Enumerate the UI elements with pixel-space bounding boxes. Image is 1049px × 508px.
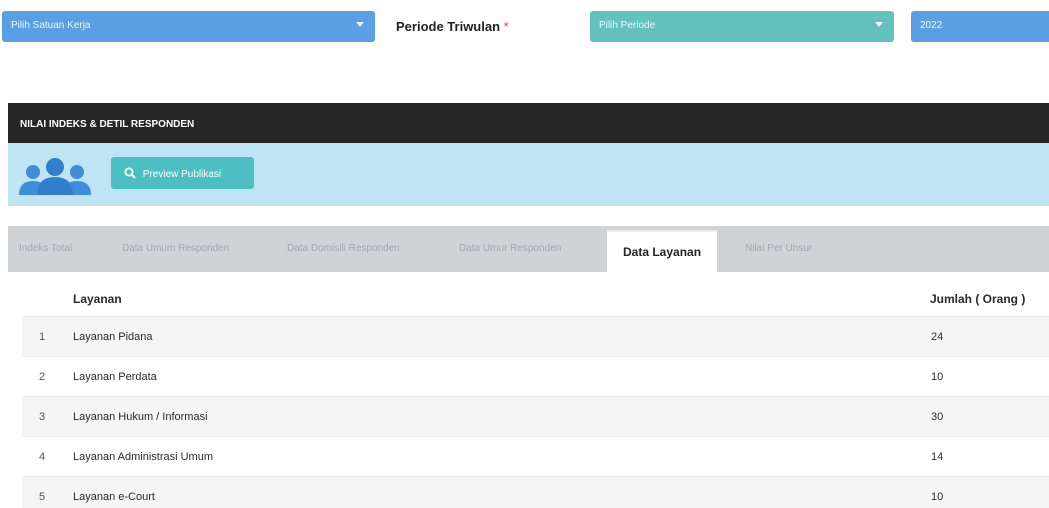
row-service-name: Layanan Pidana [73, 331, 153, 343]
period-select[interactable]: Pilih Periode [590, 11, 894, 42]
services-table: Layanan Jumlah ( Orang ) 1 Layanan Pidan… [22, 280, 1049, 508]
table-row: 2 Layanan Perdata 10 [22, 356, 1049, 396]
row-number: 1 [39, 331, 46, 343]
table-header: Layanan Jumlah ( Orang ) [22, 280, 1049, 316]
table-row: 5 Layanan e-Court 10 [22, 476, 1049, 508]
row-count: 30 [931, 411, 944, 423]
tab-nilai-per-unsur[interactable]: Nilai Per Unsur [745, 243, 812, 254]
period-label-text: Periode Triwulan [396, 19, 501, 34]
row-count: 24 [931, 331, 944, 343]
panel-toolbar: Preview Publikasi [8, 143, 1049, 206]
row-count: 10 [931, 491, 944, 503]
row-service-name: Layanan e-Court [73, 491, 155, 503]
period-select-value: Pilih Periode [599, 20, 656, 31]
panel-title: NILAI INDEKS & DETIL RESPONDEN [8, 103, 1049, 143]
search-icon [124, 167, 136, 179]
preview-publication-button[interactable]: Preview Publikasi [111, 157, 254, 189]
tab-data-umum-responden[interactable]: Data Umum Responden [122, 243, 229, 254]
required-mark: * [503, 19, 509, 34]
preview-button-label: Preview Publikasi [142, 169, 222, 180]
unit-select[interactable]: Pilih Satuan Kerja [2, 11, 375, 42]
period-label: Periode Triwulan * [396, 19, 509, 34]
tab-data-umur-responden[interactable]: Data Umur Responden [459, 243, 561, 254]
row-service-name: Layanan Hukum / Informasi [73, 411, 208, 423]
table-row: 4 Layanan Administrasi Umum 14 [22, 436, 1049, 476]
tab-bar: Indeks Total Data Umum Responden Data Do… [8, 226, 1049, 272]
row-number: 2 [39, 371, 46, 383]
tab-data-domisili-responden[interactable]: Data Domisili Responden [287, 243, 400, 254]
chevron-down-icon [875, 22, 883, 27]
year-select-value: 2022 [920, 20, 943, 31]
chevron-down-icon [356, 22, 364, 27]
tab-data-layanan[interactable]: Data Layanan [607, 230, 718, 272]
row-count: 14 [931, 451, 944, 463]
users-icon [19, 158, 91, 195]
column-header-layanan: Layanan [73, 292, 122, 306]
tab-indeks-total[interactable]: Indeks Total [19, 243, 72, 254]
row-service-name: Layanan Administrasi Umum [73, 451, 214, 463]
filter-bar: Pilih Satuan Kerja Periode Triwulan * Pi… [0, 0, 1049, 60]
year-select[interactable]: 2022 [911, 11, 1049, 42]
table-row: 1 Layanan Pidana 24 [22, 316, 1049, 356]
row-number: 5 [39, 491, 46, 503]
unit-select-value: Pilih Satuan Kerja [11, 20, 91, 31]
row-count: 10 [931, 371, 944, 383]
row-service-name: Layanan Perdata [73, 371, 157, 383]
row-number: 4 [39, 451, 46, 463]
table-row: 3 Layanan Hukum / Informasi 30 [22, 396, 1049, 436]
row-number: 3 [39, 411, 46, 423]
column-header-jumlah: Jumlah ( Orang ) [930, 292, 1026, 306]
